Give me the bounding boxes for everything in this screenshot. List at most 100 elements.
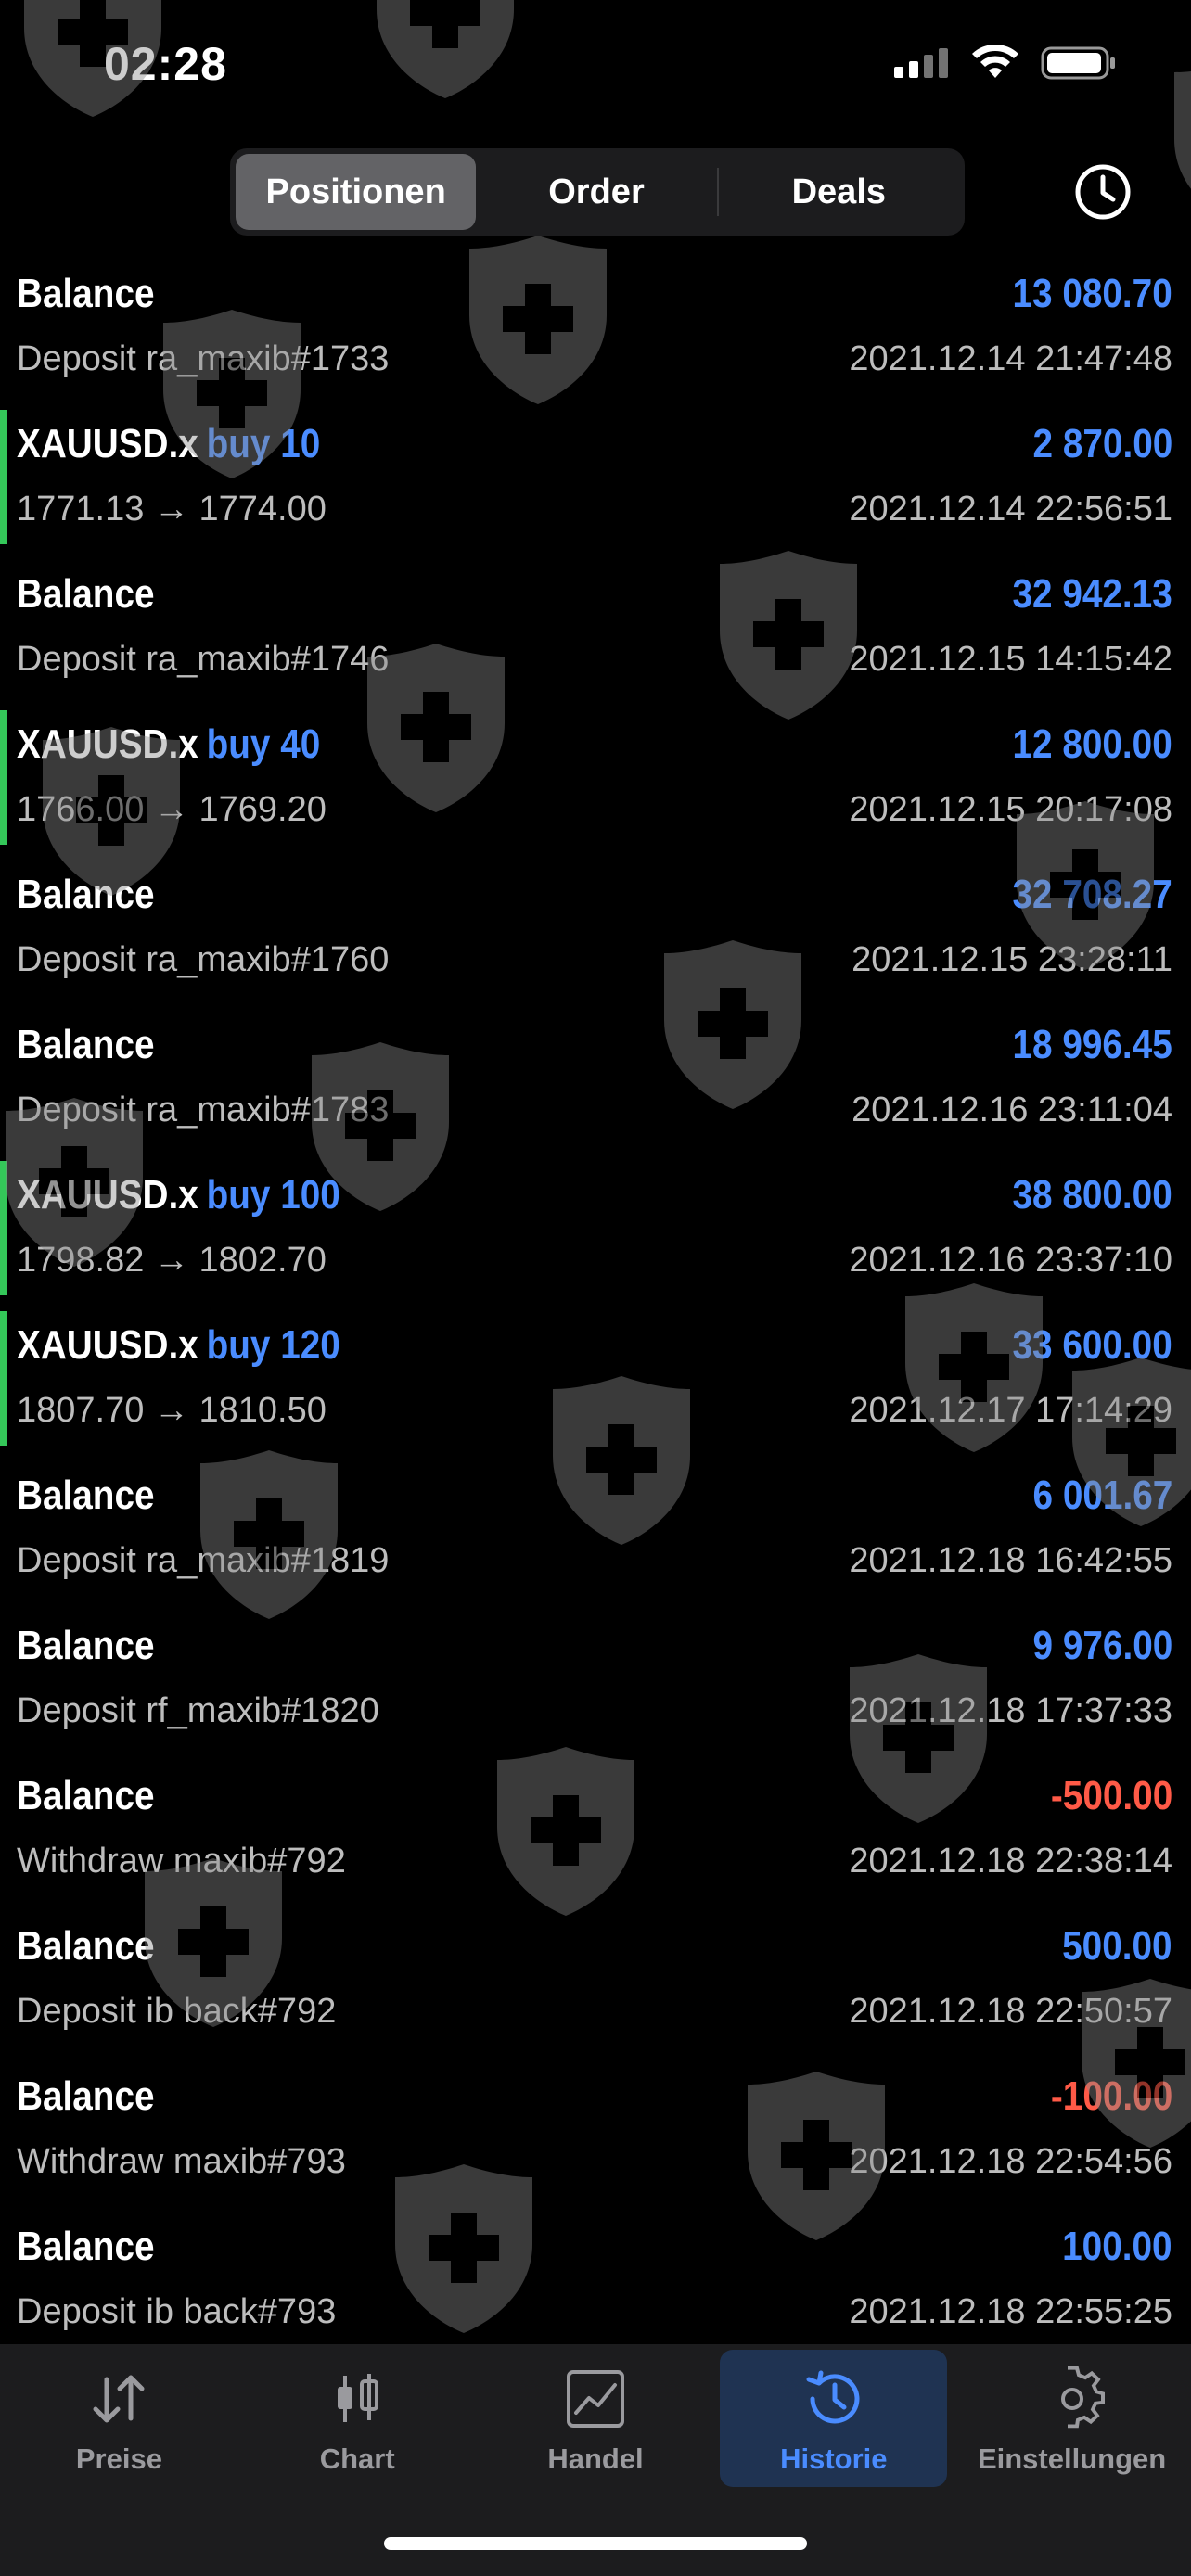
segment-deals[interactable]: Deals <box>719 154 959 230</box>
row-timestamp: 2021.12.18 22:50:57 <box>849 1992 1172 2031</box>
candlestick-icon <box>338 2374 379 2422</box>
row-amount: 500.00 <box>1062 1923 1172 1969</box>
row-title: Balance <box>17 1923 155 1969</box>
list-item[interactable]: Balance Deposit rf_maxib#1820 9 976.00 2021… <box>0 1602 1191 1753</box>
tab-einstellungen[interactable]: Einstellungen <box>953 2344 1191 2493</box>
clock-icon[interactable] <box>1070 159 1135 224</box>
list-item[interactable]: XAUUSD.x buy 100 1798.82 → 1802.70 38 800.0… <box>0 1152 1191 1302</box>
row-timestamp: 2021.12.17 17:14:29 <box>849 1391 1172 1430</box>
list-item[interactable]: Balance Deposit ra_maxib#1746 32 942.13 202… <box>0 551 1191 701</box>
row-timestamp: 2021.12.15 14:15:42 <box>849 640 1172 679</box>
tab-label-einstellungen: Einstellungen <box>977 2442 1167 2475</box>
list-item[interactable]: Balance Deposit ra_maxib#1819 6 001.67 2021… <box>0 1452 1191 1602</box>
app-root: 02:28 Positionen Order Deals Balance Dep… <box>0 0 1191 2576</box>
position-marker <box>0 710 7 845</box>
row-title: XAUUSD.x buy 10 <box>17 421 321 466</box>
segmented-control: Positionen Order Deals <box>230 148 965 236</box>
history-list: Balance Deposit ra_maxib#1733 13 080.70 202… <box>0 250 1191 2353</box>
row-amount: 100.00 <box>1062 2224 1172 2269</box>
row-amount: 6 001.67 <box>1032 1473 1172 1518</box>
list-item[interactable]: Balance Deposit ra_maxib#1733 13 080.70 202… <box>0 250 1191 401</box>
row-amount: 12 800.00 <box>1012 721 1172 767</box>
row-subtitle: Deposit ra_maxib#1733 <box>17 339 390 378</box>
list-item[interactable]: Balance Deposit ib back#792 500.00 2021.12.… <box>0 1903 1191 2053</box>
tab-preise[interactable]: Preise <box>0 2344 238 2493</box>
row-title: Balance <box>17 2224 155 2269</box>
row-timestamp: 2021.12.15 20:17:08 <box>849 790 1172 829</box>
row-timestamp: 2021.12.16 23:11:04 <box>852 1090 1172 1129</box>
row-title: Balance <box>17 1473 155 1518</box>
row-amount: 18 996.45 <box>1012 1022 1172 1067</box>
row-title: Balance <box>17 2073 155 2119</box>
row-title: Balance <box>17 271 155 316</box>
history-icon <box>806 2370 860 2424</box>
row-timestamp: 2021.12.16 23:37:10 <box>849 1241 1172 1280</box>
row-subtitle: 1807.70 → 1810.50 <box>17 1391 327 1430</box>
row-amount: 2 870.00 <box>1032 421 1172 466</box>
row-action: buy 100 <box>206 1172 340 1218</box>
tab-chart[interactable]: Chart <box>238 2344 477 2493</box>
header: Positionen Order Deals <box>0 139 1191 246</box>
list-item[interactable]: Balance Withdraw maxib#793 -100.00 2021.12.… <box>0 2053 1191 2203</box>
row-timestamp: 2021.12.14 21:47:48 <box>849 339 1172 378</box>
gear-icon <box>1060 2366 1105 2429</box>
row-action: buy 10 <box>206 421 321 466</box>
list-item[interactable]: XAUUSD.x buy 120 1807.70 → 1810.50 33 600.0… <box>0 1302 1191 1452</box>
row-title: Balance <box>17 1773 155 1818</box>
tab-handel[interactable]: Handel <box>477 2344 715 2493</box>
row-action: buy 40 <box>206 721 321 767</box>
list-item[interactable]: Balance Deposit ib back#793 100.00 2021.12.… <box>0 2203 1191 2353</box>
row-title: Balance <box>17 872 155 917</box>
row-subtitle: Deposit rf_maxib#1820 <box>17 1691 379 1730</box>
row-timestamp: 2021.12.15 23:28:11 <box>852 940 1172 979</box>
trade-chart-icon <box>566 2370 624 2428</box>
arrows-up-down-icon <box>93 2375 145 2423</box>
position-marker <box>0 1161 7 1295</box>
row-title: Balance <box>17 1623 155 1668</box>
tab-historie[interactable]: Historie <box>714 2344 953 2493</box>
row-subtitle: Withdraw maxib#793 <box>17 2142 346 2181</box>
list-item[interactable]: XAUUSD.x buy 40 1766.00 → 1769.20 12 800.00… <box>0 701 1191 851</box>
tab-bar: Preise Chart Handel Historie Einstellung… <box>0 2344 1191 2576</box>
row-subtitle: Withdraw maxib#792 <box>17 1842 346 1881</box>
row-action: buy 120 <box>206 1322 340 1368</box>
row-subtitle: Deposit ra_maxib#1819 <box>17 1541 390 1580</box>
row-subtitle: Deposit ra_maxib#1760 <box>17 940 390 979</box>
signal-icon <box>894 48 948 78</box>
wifi-icon <box>972 45 1018 78</box>
position-marker <box>0 1311 7 1446</box>
list-item[interactable]: Balance Deposit ra_maxib#1783 18 996.45 202… <box>0 1001 1191 1152</box>
status-time: 02:28 <box>104 38 227 90</box>
row-subtitle: Deposit ra_maxib#1746 <box>17 640 390 679</box>
tab-label-chart: Chart <box>319 2442 395 2475</box>
list-item[interactable]: Balance Withdraw maxib#792 -500.00 2021.12.… <box>0 1753 1191 1903</box>
list-item[interactable]: Balance Deposit ra_maxib#1760 32 708.27 202… <box>0 851 1191 1001</box>
segment-positionen[interactable]: Positionen <box>236 154 477 230</box>
tab-label-handel: Handel <box>547 2442 644 2475</box>
row-amount: 32 942.13 <box>1012 571 1172 617</box>
row-timestamp: 2021.12.18 17:37:33 <box>849 1691 1172 1730</box>
battery-icon <box>1041 46 1115 80</box>
row-subtitle: 1771.13 → 1774.00 <box>17 490 327 529</box>
segment-order[interactable]: Order <box>476 154 716 230</box>
row-title: XAUUSD.x buy 100 <box>17 1172 340 1218</box>
row-subtitle: 1766.00 → 1769.20 <box>17 790 327 829</box>
row-title: XAUUSD.x buy 40 <box>17 721 321 767</box>
row-amount: 38 800.00 <box>1012 1172 1172 1218</box>
row-title: Balance <box>17 1022 155 1067</box>
row-timestamp: 2021.12.18 16:42:55 <box>849 1541 1172 1580</box>
position-marker <box>0 410 7 544</box>
row-amount: 13 080.70 <box>1012 271 1172 316</box>
row-timestamp: 2021.12.18 22:54:56 <box>849 2142 1172 2181</box>
tab-label-preise: Preise <box>75 2442 162 2475</box>
row-title: Balance <box>17 571 155 617</box>
row-timestamp: 2021.12.18 22:38:14 <box>849 1842 1172 1881</box>
row-amount: 32 708.27 <box>1012 872 1172 917</box>
status-icons <box>892 45 1117 82</box>
tab-label-historie: Historie <box>780 2442 888 2475</box>
row-timestamp: 2021.12.14 22:56:51 <box>849 490 1172 529</box>
list-item[interactable]: XAUUSD.x buy 10 1771.13 → 1774.00 2 870.00 2… <box>0 401 1191 551</box>
row-subtitle: Deposit ra_maxib#1783 <box>17 1090 390 1129</box>
row-amount: 9 976.00 <box>1032 1623 1172 1668</box>
row-title: XAUUSD.x buy 120 <box>17 1322 340 1368</box>
